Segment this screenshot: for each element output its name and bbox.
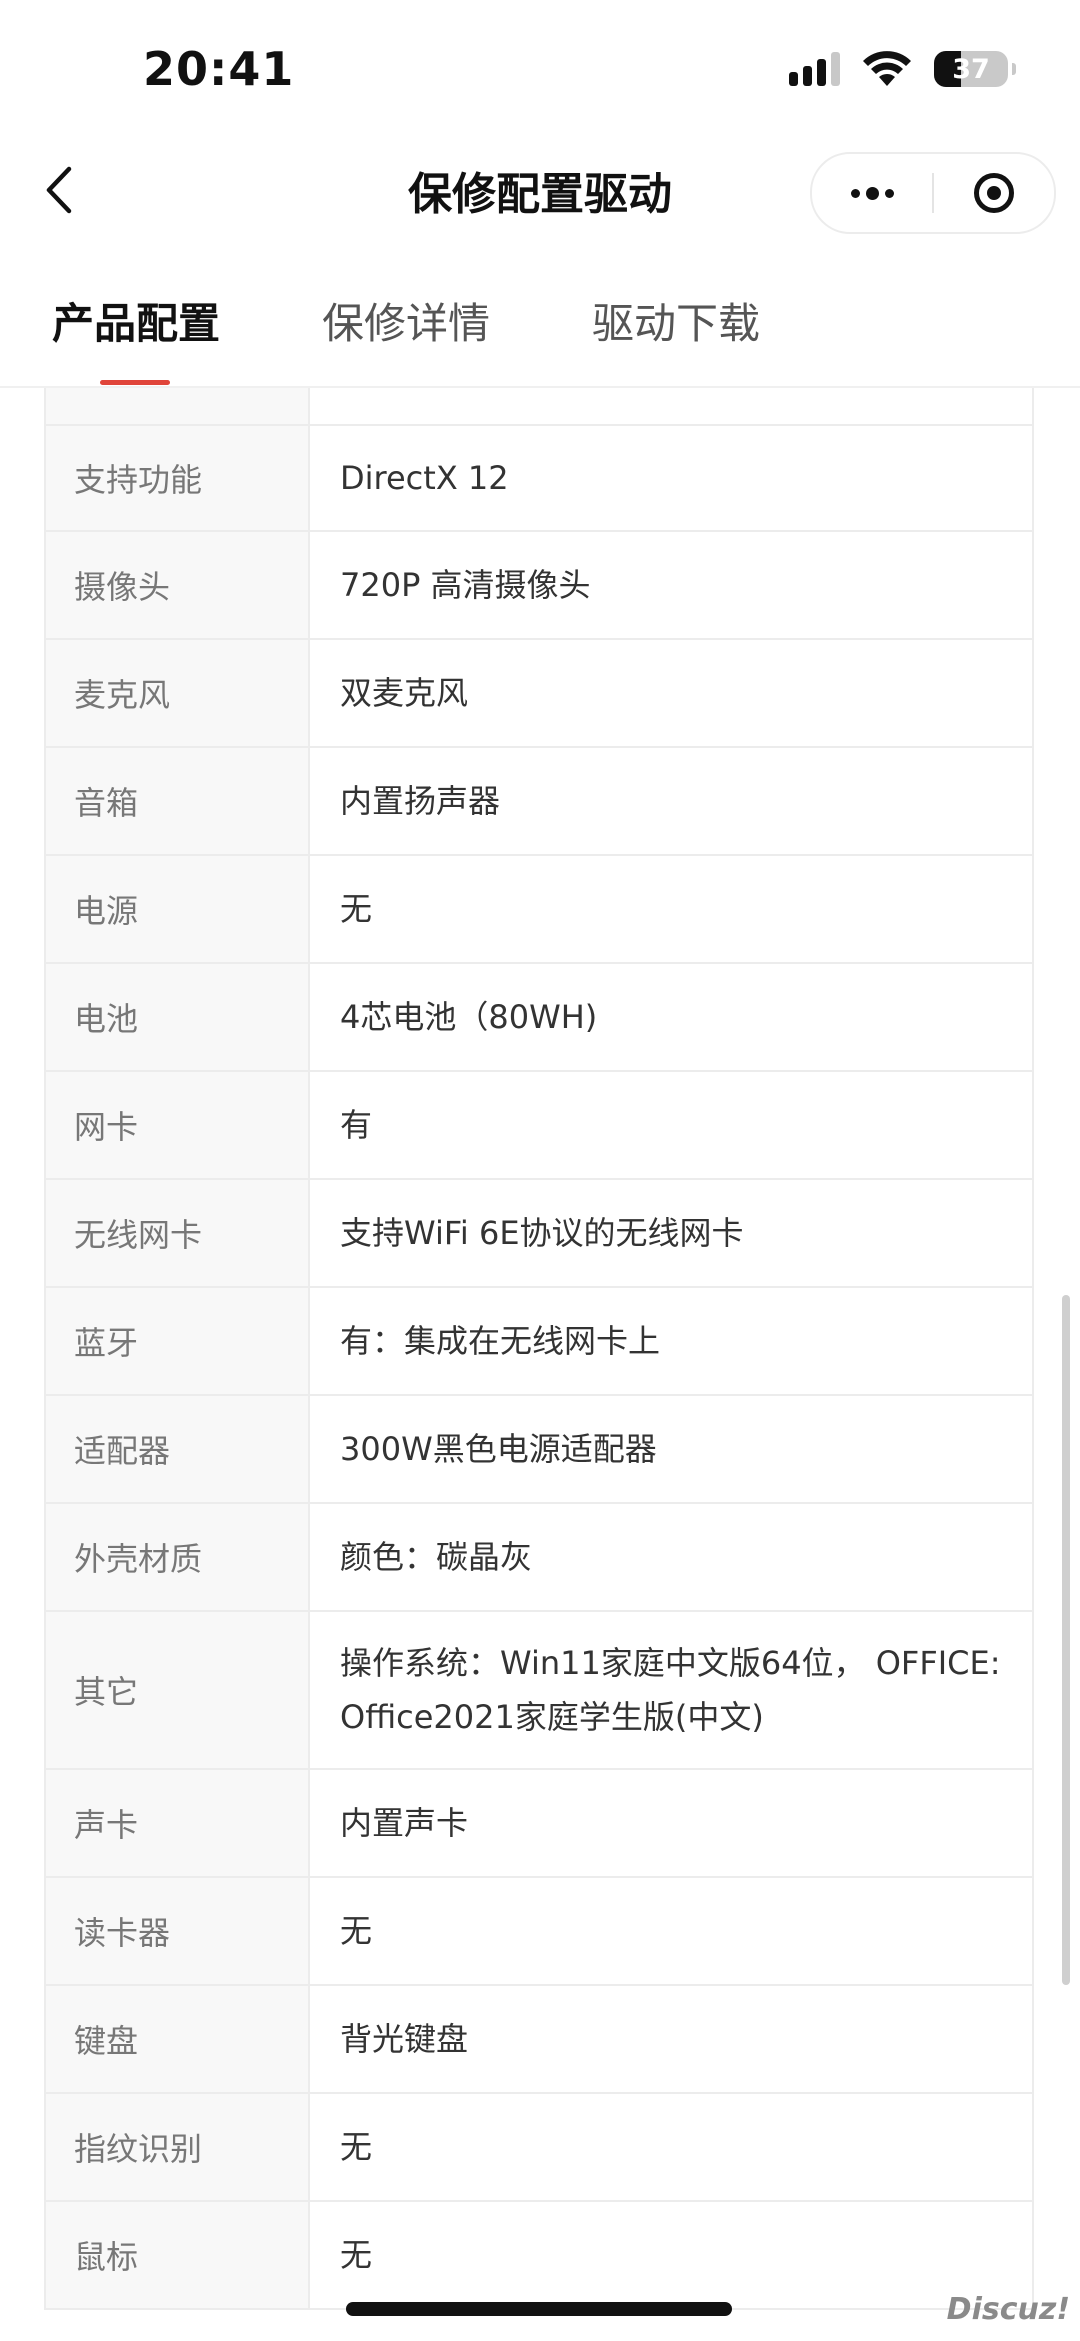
table-row-partial [46,388,1032,426]
table-row: 摄像头 720P 高清摄像头 [46,532,1032,640]
screen: 20:41 37 保修配置驱动 产品配置 保修详情 驱动下载 支持功能 Dire… [0,0,1080,2341]
spec-value: 无 [340,2128,373,2166]
more-button[interactable] [812,154,932,232]
target-icon [974,173,1014,213]
table-row: 鼠标无 [46,2202,1032,2310]
spec-label [46,388,310,424]
spec-value: 4芯电池（80WH) [340,998,598,1036]
spec-label: 网卡 [46,1072,310,1178]
cellular-signal-icon [789,52,840,86]
spec-value: 无 [340,2236,373,2274]
table-row: 指纹识别无 [46,2094,1032,2202]
spec-value: 背光键盘 [340,2020,469,2058]
table-row: 电源无 [46,856,1032,964]
status-bar: 20:41 37 [0,0,1080,140]
home-indicator[interactable] [346,2302,732,2316]
table-row: 蓝牙 有：集成在无线网卡上 [46,1288,1032,1396]
spec-label: 支持功能 [46,426,310,530]
spec-value: 内置声卡 [340,1804,469,1842]
spec-label: 键盘 [46,1986,310,2092]
spec-table: 支持功能 DirectX 12 摄像头 720P 高清摄像头 麦克风 双麦克风 音箱 内置扬声… [44,388,1034,2310]
spec-value: 有：集成在无线网卡上 [340,1322,661,1360]
watermark: Discuz! [946,2292,1070,2327]
spec-value: 支持WiFi 6E协议的无线网卡 [340,1214,744,1252]
active-tab-indicator [100,380,170,385]
spec-value [310,388,1032,424]
tab-driver-download[interactable]: 驱动下载 [592,290,760,351]
spec-label: 电源 [46,856,310,962]
table-row: 麦克风 双麦克风 [46,640,1032,748]
spec-label: 蓝牙 [46,1288,310,1394]
spec-label: 外壳材质 [46,1504,310,1610]
tab-bar: 产品配置 保修详情 驱动下载 [0,260,1080,388]
scrollbar[interactable] [1062,1295,1070,1985]
table-row: 适配器 300W黑色电源适配器 [46,1396,1032,1504]
status-time: 20:41 [143,42,295,96]
battery-icon: 37 [934,51,1016,87]
spec-label: 其它 [46,1612,310,1768]
table-row: 读卡器无 [46,1878,1032,1986]
spec-label: 无线网卡 [46,1180,310,1286]
mini-program-capsule [810,152,1056,234]
table-row: 键盘 背光键盘 [46,1986,1032,2094]
table-row: 其它 操作系统：Win11家庭中文版64位， OFFICE: Office2021… [46,1612,1032,1770]
spec-label: 指纹识别 [46,2094,310,2200]
spec-label: 麦克风 [46,640,310,746]
battery-level: 37 [952,53,990,85]
status-icons: 37 [789,50,1016,88]
table-row: 无线网卡 支持WiFi 6E协议的无线网卡 [46,1180,1032,1288]
table-row: 网卡有 [46,1072,1032,1180]
spec-label: 声卡 [46,1770,310,1876]
table-row: 外壳材质 颜色：碳晶灰 [46,1504,1032,1612]
spec-value: DirectX 12 [340,459,509,497]
table-row: 音箱 内置扬声器 [46,748,1032,856]
spec-value: 720P 高清摄像头 [340,566,591,604]
spec-label: 读卡器 [46,1878,310,1984]
spec-value: 颜色：碳晶灰 [340,1538,533,1576]
close-mini-program-button[interactable] [934,154,1054,232]
spec-label: 电池 [46,964,310,1070]
spec-label: 摄像头 [46,532,310,638]
spec-label: 适配器 [46,1396,310,1502]
spec-value: 内置扬声器 [340,782,501,820]
wifi-icon [863,51,911,86]
spec-label: 音箱 [46,748,310,854]
table-row: 支持功能 DirectX 12 [46,426,1032,532]
spec-value: 操作系统：Win11家庭中文版64位， OFFICE: Office2021家庭… [340,1644,1001,1736]
spec-label: 鼠标 [46,2202,310,2308]
spec-value: 300W黑色电源适配器 [340,1430,657,1468]
nav-bar: 保修配置驱动 [0,140,1080,240]
tab-warranty-details[interactable]: 保修详情 [322,290,490,351]
spec-value: 有 [340,1106,373,1144]
tab-product-config[interactable]: 产品配置 [52,290,220,351]
table-row: 声卡 内置声卡 [46,1770,1032,1878]
more-dots-icon [850,186,894,200]
spec-value: 无 [340,1912,373,1950]
table-row: 电池 4芯电池（80WH) [46,964,1032,1072]
spec-value: 双麦克风 [340,674,469,712]
spec-value: 无 [340,890,373,928]
